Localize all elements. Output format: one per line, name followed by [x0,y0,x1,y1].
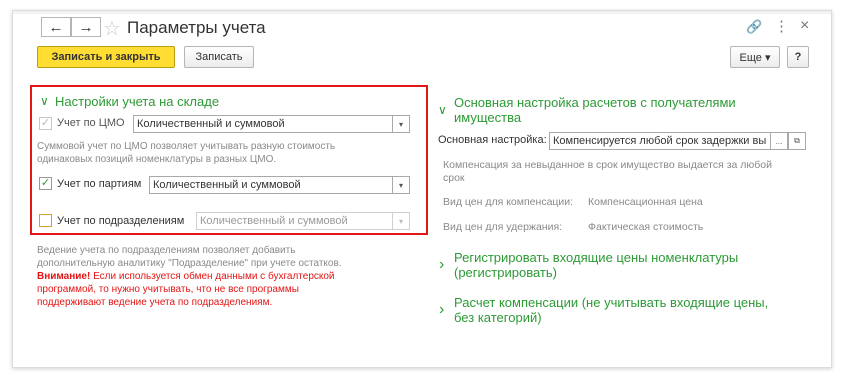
cmo-select[interactable]: Количественный и суммовой [133,115,393,133]
divisions-dropdown-icon[interactable]: ▾ [392,212,410,230]
cmo-hint-line1: Суммовой учет по ЦМО позволяет учитывать… [37,141,336,152]
main-setting-label: Основная настройка: [438,134,547,146]
chevron-right-icon[interactable]: › [439,301,444,319]
settlements-desc-line1: Компенсация за невыданное в срок имущест… [443,159,773,171]
warning-line1: Внимание! Если используется обмен данным… [37,271,335,283]
cmo-label: Учет по ЦМО [57,117,125,129]
page-title: Параметры учета [127,18,266,37]
chevron-down-icon[interactable]: ∨ [438,103,447,117]
batches-dropdown-icon[interactable]: ▾ [392,176,410,194]
divisions-note-line1: Ведение учета по подразделениям позволяе… [37,245,296,256]
divisions-checkbox[interactable] [39,214,52,227]
register-prices-line1[interactable]: Регистрировать входящие цены номенклатур… [454,250,738,265]
compensation-calc-line2[interactable]: без категорий) [454,310,542,325]
divisions-note-line2: дополнительную аналитику "Подразделение"… [37,258,342,269]
save-button[interactable]: Записать [184,46,254,68]
chevron-down-icon[interactable]: ∨ [40,94,49,108]
batches-label: Учет по партиям [57,178,142,190]
warehouse-settings-header[interactable]: Настройки учета на складе [55,94,219,109]
batches-select[interactable]: Количественный и суммовой [149,176,393,194]
help-button[interactable]: ? [787,46,809,68]
register-prices-line2[interactable]: (регистрировать) [454,265,557,280]
comp-price-value: Компенсационная цена [588,196,703,208]
more-menu-icon[interactable]: ⋮ [774,17,789,35]
save-and-close-button[interactable]: Записать и закрыть [37,46,175,68]
batches-checkbox[interactable]: ✓ [39,177,52,190]
open-icon[interactable]: ⧉ [788,132,806,150]
cmo-hint-line2: одинаковых позиций номенклатуры в разных… [37,154,277,165]
close-icon[interactable]: × [800,17,809,35]
link-icon[interactable]: 🔗 [746,19,762,35]
comp-price-label: Вид цен для компенсации: [443,196,574,208]
warning-bold: Внимание! [37,271,91,282]
warning-line2: программой, то нужно учитывать, что не в… [37,284,299,295]
warning-text1: Если используется обмен данными с бухгал… [90,271,335,282]
chevron-right-icon[interactable]: › [439,256,444,274]
compensation-calc-line1[interactable]: Расчет компенсации (не учитывать входящи… [454,295,768,310]
more-button[interactable]: Еще ▾ [730,46,780,68]
hold-price-value: Фактическая стоимость [588,221,704,233]
cmo-dropdown-icon[interactable]: ▾ [392,115,410,133]
back-button[interactable]: ← [41,17,71,37]
cmo-checkbox[interactable]: ✓ [39,117,52,130]
checkmark-icon: ✓ [40,117,51,129]
main-setting-field[interactable]: Компенсируется любой срок задержки вы [549,132,771,150]
favorite-star-icon[interactable]: ☆ [103,16,121,41]
checkmark-icon: ✓ [40,177,51,189]
settlements-desc-line2: срок [443,172,465,184]
divisions-select[interactable]: Количественный и суммовой [196,212,393,230]
arrow-right-icon: → [78,18,94,36]
settlements-header-line1[interactable]: Основная настройка расчетов с получателя… [454,95,736,110]
hold-price-label: Вид цен для удержания: [443,221,563,233]
settlements-header-line2[interactable]: имущества [454,110,521,125]
forward-button[interactable]: → [71,17,101,37]
arrow-left-icon: ← [48,18,64,36]
select-ellipsis-button[interactable]: ... [770,132,788,150]
warning-line3: поддерживают ведение учета по подразделе… [37,297,273,308]
divisions-label: Учет по подразделениям [57,215,185,227]
window-top-border [13,11,831,14]
